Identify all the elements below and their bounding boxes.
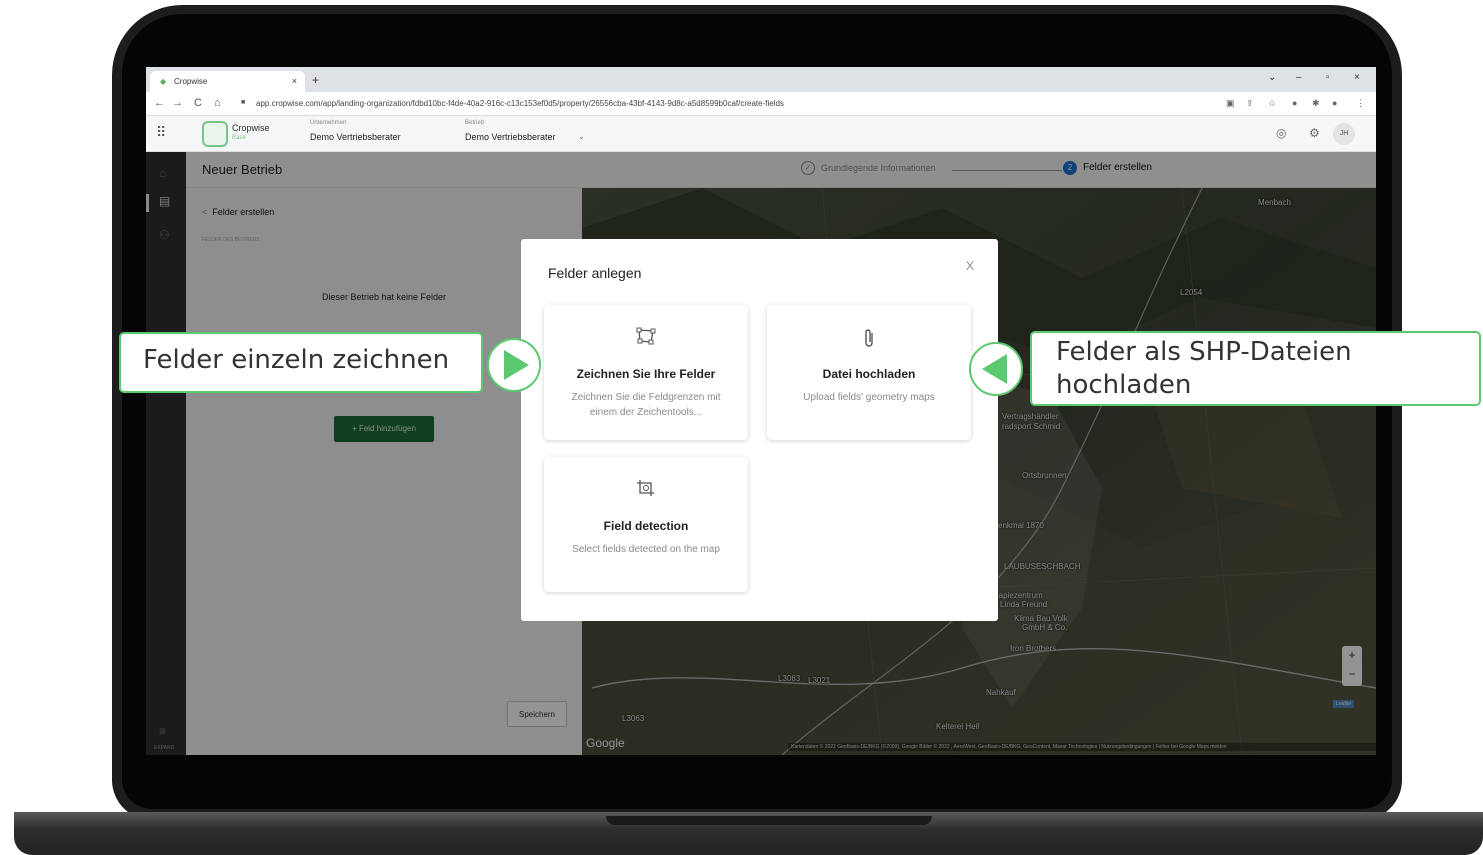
draw-polygon-icon	[544, 327, 748, 350]
field-detection-title: Field detection	[603, 519, 689, 533]
new-tab-button[interactable]: +	[312, 73, 319, 87]
callout-upload-shp: Felder als SHP-Dateien hochladen	[1030, 331, 1481, 406]
field-detection-desc: Select fields detected on the map	[572, 544, 720, 555]
draw-fields-card[interactable]: Zeichnen Sie Ihre Felder Zeichnen Sie di…	[544, 305, 748, 440]
callout-upload-line-2: hochladen	[1056, 370, 1192, 400]
paperclip-icon	[767, 327, 971, 354]
browser-toolbar: ← → C ⌂ ■ app.cropwise.com/app/landing-o…	[146, 92, 1376, 116]
share-icon[interactable]: ⇪	[1246, 98, 1254, 109]
laptop-notch	[606, 816, 932, 825]
field-detection-card[interactable]: Field detection Select fields detected o…	[544, 457, 748, 592]
puzzle-icon[interactable]: ✱	[1312, 98, 1320, 109]
upload-file-title: Datei hochladen	[822, 367, 916, 381]
cropwise-favicon-icon: ◆	[160, 77, 167, 86]
profile-icon[interactable]: ●	[1332, 98, 1337, 108]
tab-close-icon[interactable]: ×	[292, 76, 297, 86]
maximize-button[interactable]: ▫	[1326, 72, 1330, 83]
chevron-down-icon[interactable]: ⌄	[578, 132, 585, 141]
property-label: Betrieb	[465, 120, 485, 126]
minimize-button[interactable]: –	[1296, 72, 1302, 83]
callout-upload-line-1: Felder als SHP-Dateien	[1056, 337, 1352, 367]
close-icon[interactable]: X	[966, 259, 974, 273]
kebab-menu-icon[interactable]: ⋮	[1356, 98, 1365, 109]
callout-draw-fields: Felder einzeln zeichnen	[119, 332, 483, 393]
browser-tab[interactable]: ◆ Cropwise ×	[150, 71, 305, 92]
property-value[interactable]: Demo Vertriebsberater	[465, 132, 556, 142]
detect-crop-icon	[544, 479, 748, 502]
translate-icon[interactable]: ▣	[1226, 98, 1235, 109]
brand-sub: Base	[232, 135, 246, 141]
avatar[interactable]: JH	[1333, 123, 1355, 145]
home-icon[interactable]: ⌂	[214, 97, 221, 109]
draw-fields-desc: Zeichnen Sie die Feldgrenzen mit einem d…	[571, 392, 721, 418]
forward-arrow-icon[interactable]: →	[172, 97, 183, 109]
compass-icon[interactable]: ◎	[1276, 126, 1286, 140]
callout-arrow-right-icon	[487, 338, 541, 392]
app-grid-icon[interactable]: ⠿	[156, 124, 166, 141]
tab-title: Cropwise	[174, 77, 208, 86]
app-header: ⠿ Cropwise Base Unternehmen Demo Vertrie…	[146, 116, 1376, 152]
tab-search-icon[interactable]: ⌄	[1268, 72, 1276, 83]
back-arrow-icon[interactable]: ←	[154, 97, 165, 109]
org-value[interactable]: Demo Vertriebsberater	[310, 132, 401, 142]
extension-icon[interactable]: ●	[1292, 98, 1297, 108]
cropwise-logo-icon	[202, 121, 228, 147]
gear-icon[interactable]: ⚙	[1309, 126, 1320, 140]
screen: ◆ Cropwise × + ⌄ – ▫ × ← → C ⌂ ■ app.cro…	[146, 67, 1376, 755]
draw-fields-title: Zeichnen Sie Ihre Felder	[576, 367, 716, 381]
create-fields-modal: Felder anlegen X Zeichnen Sie Ihre Felde…	[521, 239, 998, 621]
bookmark-star-icon[interactable]: ☆	[1268, 98, 1276, 109]
upload-file-card[interactable]: Datei hochladen Upload fields' geometry …	[767, 305, 971, 440]
laptop-frame: ◆ Cropwise × + ⌄ – ▫ × ← → C ⌂ ■ app.cro…	[0, 0, 1483, 855]
upload-file-desc: Upload fields' geometry maps	[803, 392, 935, 403]
reload-icon[interactable]: C	[194, 97, 202, 109]
address-bar[interactable]: app.cropwise.com/app/landing-organizatio…	[240, 97, 1240, 112]
brand-name: Cropwise	[232, 123, 270, 133]
callout-arrow-left-icon	[969, 342, 1023, 396]
browser-tabbar: ◆ Cropwise × + ⌄ – ▫ ×	[146, 67, 1376, 92]
org-label: Unternehmen	[310, 120, 347, 126]
modal-title: Felder anlegen	[548, 265, 642, 281]
window-close-button[interactable]: ×	[1354, 72, 1360, 83]
